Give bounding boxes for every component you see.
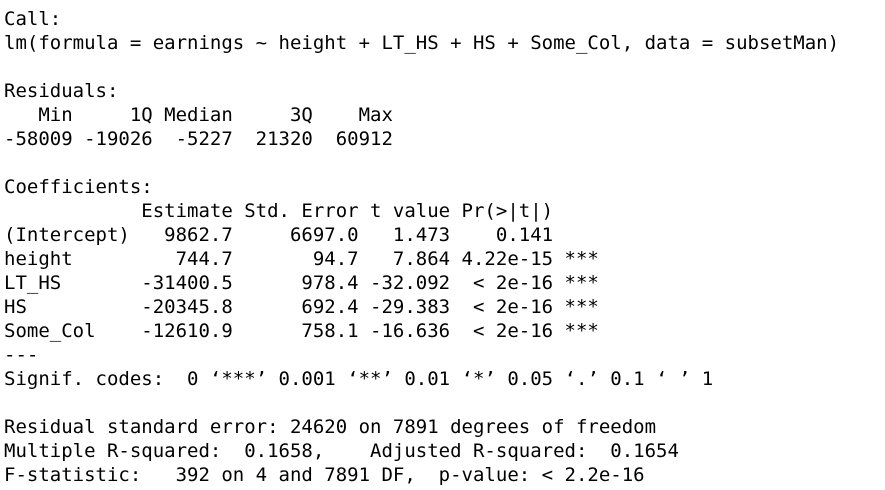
coefficient-row-some-col: Some_Col -12610.9 758.1 -16.636 < 2e-16 … (4, 320, 599, 342)
coefficients-label: Coefficients: (4, 176, 153, 198)
coefficients-header: Estimate Std. Error t value Pr(>|t|) (4, 200, 599, 222)
signif-codes: Signif. codes: 0 ‘***’ 0.001 ‘**’ 0.01 ‘… (4, 368, 714, 390)
residuals-header: Min 1Q Median 3Q Max (4, 104, 405, 126)
coefficient-row-height: height 744.7 94.7 7.864 4.22e-15 *** (4, 248, 599, 270)
r-console-output: Call: lm(formula = earnings ~ height + L… (0, 0, 885, 490)
call-formula: lm(formula = earnings ~ height + LT_HS +… (4, 32, 840, 54)
separator: --- (4, 344, 39, 366)
residuals-values: -58009 -19026 -5227 21320 60912 (4, 128, 405, 150)
residual-standard-error: Residual standard error: 24620 on 7891 d… (4, 416, 657, 438)
r-squared: Multiple R-squared: 0.1658, Adjusted R-s… (4, 440, 691, 462)
residuals-label: Residuals: (4, 80, 119, 102)
coefficient-row-hs: HS -20345.8 692.4 -29.383 < 2e-16 *** (4, 296, 599, 318)
coefficient-row-intercept: (Intercept) 9862.7 6697.0 1.473 0.141 (4, 224, 599, 246)
call-label: Call: (4, 8, 62, 30)
coefficient-row-lt-hs: LT_HS -31400.5 978.4 -32.092 < 2e-16 *** (4, 272, 599, 294)
f-statistic: F-statistic: 392 on 4 and 7891 DF, p-val… (4, 464, 645, 486)
